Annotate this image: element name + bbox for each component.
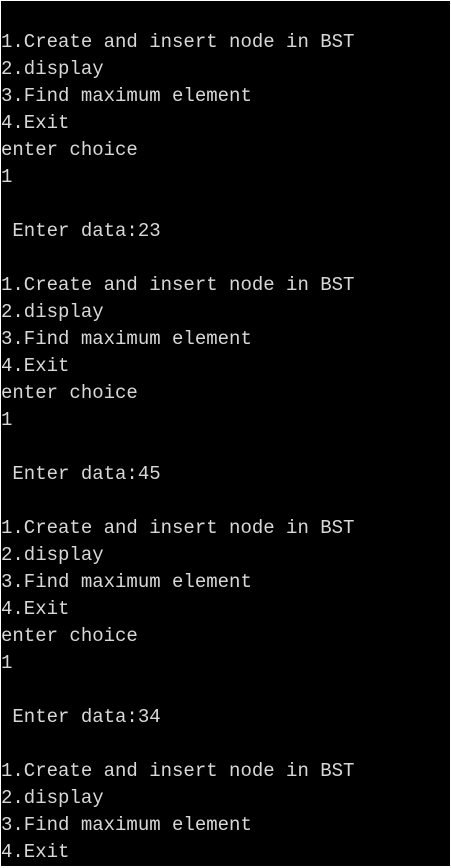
menu-option-exit: 4.Exit [1, 841, 70, 863]
blank-line [1, 731, 354, 758]
enter-data-line: Enter data:34 [1, 706, 161, 728]
menu-option-display: 2.display [1, 544, 104, 566]
blank-line [1, 677, 354, 704]
menu-option-find-max: 3.Find maximum element [1, 328, 252, 350]
choice-prompt: enter choice [1, 139, 138, 161]
blank-line [1, 488, 354, 515]
menu-option-create: 1.Create and insert node in BST [1, 274, 355, 296]
enter-data-line: Enter data:23 [1, 220, 161, 242]
user-choice-input: 1 [1, 652, 13, 674]
menu-option-find-max: 3.Find maximum element [1, 571, 252, 593]
menu-option-display: 2.display [1, 787, 104, 809]
blank-line [1, 191, 354, 218]
choice-prompt: enter choice [1, 382, 138, 404]
choice-prompt: enter choice [1, 625, 138, 647]
console-window[interactable]: 1.Create and insert node in BST 2.displa… [1, 1, 450, 866]
menu-option-exit: 4.Exit [1, 112, 70, 134]
menu-option-create: 1.Create and insert node in BST [1, 517, 355, 539]
menu-option-display: 2.display [1, 58, 104, 80]
blank-line [1, 245, 354, 272]
menu-option-create: 1.Create and insert node in BST [1, 31, 355, 53]
menu-option-create: 1.Create and insert node in BST [1, 760, 355, 782]
menu-option-find-max: 3.Find maximum element [1, 814, 252, 836]
blank-line [1, 434, 354, 461]
menu-option-display: 2.display [1, 301, 104, 323]
user-choice-input: 1 [1, 409, 13, 431]
menu-option-exit: 4.Exit [1, 598, 70, 620]
menu-option-find-max: 3.Find maximum element [1, 85, 252, 107]
user-choice-input: 1 [1, 166, 13, 188]
enter-data-line: Enter data:45 [1, 463, 161, 485]
menu-option-exit: 4.Exit [1, 355, 70, 377]
console-output: 1.Create and insert node in BST 2.displa… [1, 29, 354, 866]
